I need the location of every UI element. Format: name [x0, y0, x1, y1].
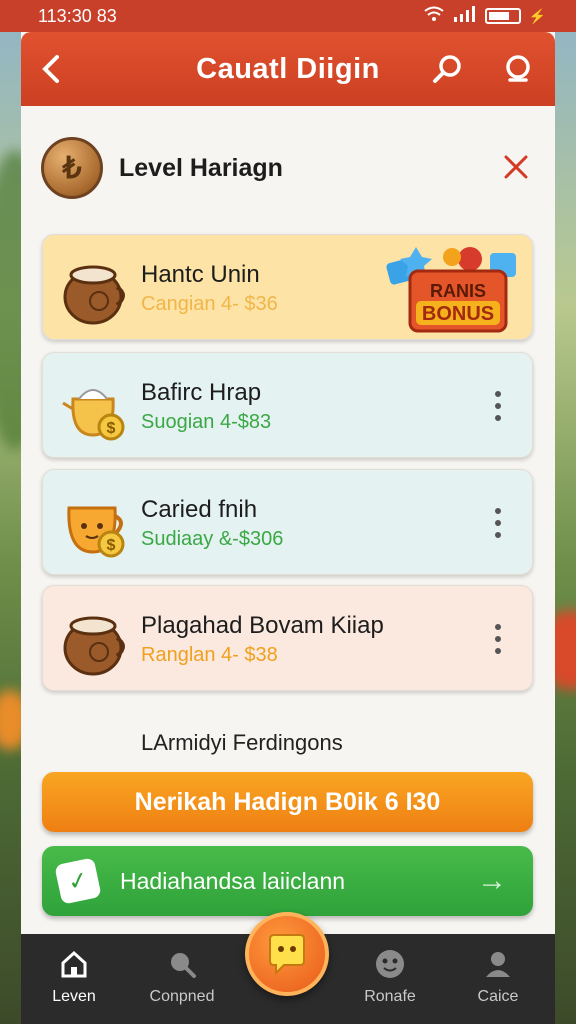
- signal-icon: [453, 5, 477, 27]
- status-bar: 113:30 83 ⚡: [0, 0, 576, 32]
- status-time: 113:30 83: [38, 5, 117, 26]
- nav-item-home[interactable]: Leven: [29, 934, 119, 1024]
- card-subtitle: Suogian 4-$83: [141, 411, 272, 433]
- nav-label: Caice: [477, 988, 519, 1005]
- ticket-icon: ✓: [54, 857, 102, 905]
- app-title: Cauatl Diigin: [196, 52, 380, 85]
- nav-item-face[interactable]: Ronafe: [345, 934, 435, 1024]
- wifi-icon: [423, 6, 445, 27]
- svg-text:$: $: [107, 420, 116, 437]
- chevron-left-icon: [42, 55, 59, 83]
- nav-label: Conpned: [149, 988, 215, 1005]
- primary-reward-button-label: Nerikah Hadign B0ik 6 I30: [134, 787, 441, 816]
- card-title: Plagahad Bovam Kiiap: [141, 612, 384, 639]
- pot-icon: [63, 616, 125, 676]
- jug-icon: $: [67, 506, 125, 558]
- card-subtitle: Sudiaay &-$306: [141, 528, 284, 550]
- user-circle-icon: [506, 55, 530, 82]
- teapot-icon: $: [62, 389, 125, 441]
- panel-header: ₺ Level Hariagn: [41, 132, 535, 204]
- card-subtitle: Ranglan 4- $38: [141, 644, 278, 666]
- face-icon: [374, 946, 406, 982]
- section-label: LArmidyi Ferdingons: [141, 730, 343, 755]
- search-button[interactable]: [429, 50, 467, 88]
- more-options-icon[interactable]: [492, 391, 504, 421]
- more-options-icon[interactable]: [492, 624, 504, 654]
- nav-label: Leven: [52, 988, 96, 1005]
- reward-card-4[interactable]: Plagahad Bovam Kiiap Ranglan 4- $38: [42, 585, 533, 691]
- close-button[interactable]: [497, 148, 535, 186]
- user-icon: [483, 946, 513, 982]
- close-icon: [504, 155, 528, 179]
- pot-icon: [63, 265, 125, 325]
- panel-title: Level Hariagn: [119, 153, 283, 182]
- profile-button[interactable]: [499, 50, 537, 88]
- nav-label: Ronafe: [364, 988, 416, 1005]
- card-subtitle: Cangian 4- $36: [141, 293, 278, 315]
- coin-icon: ₺: [41, 137, 103, 199]
- card-title: Bafirc Hrap: [141, 379, 262, 406]
- card-title: Caried fnih: [141, 496, 258, 523]
- svg-text:$: $: [107, 537, 116, 554]
- reward-card-2[interactable]: $ Bafirc Hrap Suogian 4-$83: [42, 352, 533, 458]
- secondary-reward-button[interactable]: ✓ Hadiahandsa laiiclann →: [42, 846, 533, 916]
- home-icon: [59, 946, 89, 982]
- nav-item-profile[interactable]: Caice: [453, 934, 543, 1024]
- arrow-right-icon: →: [477, 864, 507, 897]
- search-icon: [167, 946, 197, 982]
- bonus-badge: RANIS BONUS: [386, 247, 516, 333]
- chat-bubble-icon: [269, 934, 305, 976]
- reward-card-3[interactable]: $ Caried fnih Sudiaay &-$306: [42, 469, 533, 575]
- back-button[interactable]: [33, 50, 71, 88]
- reward-card-1[interactable]: Hantc Unin Cangian 4- $36 RANIS BONUS: [42, 234, 533, 340]
- charging-icon: ⚡: [528, 7, 546, 24]
- app-screen: Cauatl Diigin ₺ Level Hariagn Hantc Unin…: [21, 32, 555, 1024]
- battery-icon: [484, 8, 521, 24]
- search-icon: [433, 55, 461, 83]
- bonus-badge-line1: RANIS: [430, 281, 486, 301]
- nav-item-search[interactable]: Conpned: [137, 934, 227, 1024]
- card-title: Hantc Unin: [141, 261, 260, 288]
- primary-reward-button[interactable]: Nerikah Hadign B0ik 6 I30: [42, 772, 533, 832]
- center-action-button[interactable]: [245, 912, 329, 996]
- more-options-icon[interactable]: [492, 508, 504, 538]
- bonus-badge-line2: BONUS: [422, 303, 494, 325]
- app-header: Cauatl Diigin: [21, 32, 555, 106]
- secondary-reward-button-label: Hadiahandsa laiiclann: [120, 867, 346, 894]
